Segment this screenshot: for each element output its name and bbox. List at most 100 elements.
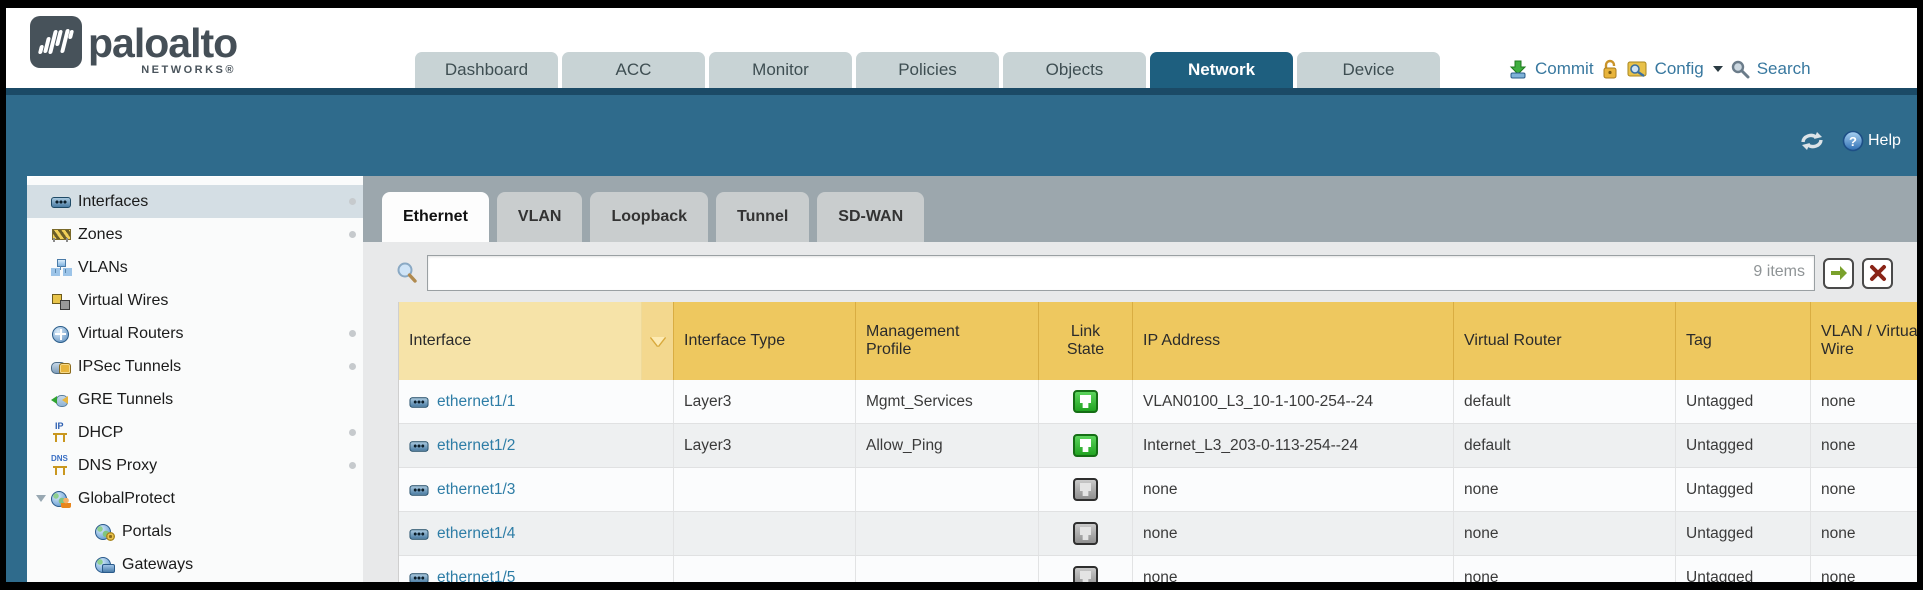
sidebar-item[interactable]: Virtual Routers [27, 317, 363, 350]
config-caret-icon[interactable] [1713, 66, 1723, 72]
toolbar-band [6, 95, 1917, 176]
column-header-interface[interactable]: Interface [399, 302, 642, 380]
sidebar-item[interactable]: GRE Tunnels [27, 383, 363, 416]
link-state-icon [1073, 390, 1098, 413]
zones-icon [51, 226, 71, 244]
sidebar-item-label: GlobalProtect [78, 490, 175, 508]
viewport: paloalto NETWORKS® Dashboard ACC Monitor… [6, 8, 1917, 582]
vlan-wire-cell: none [1811, 556, 1917, 582]
config-button[interactable]: Config [1655, 59, 1704, 79]
search-button[interactable]: Search [1757, 59, 1811, 79]
table-row[interactable]: ethernet1/5 none none Untagged none [399, 556, 1917, 582]
column-header-vlan-virtual-wire[interactable]: VLAN / Virtual Wire [1811, 302, 1917, 380]
apply-filter-button[interactable] [1823, 258, 1854, 289]
lock-icon[interactable] [1601, 59, 1619, 80]
content-tab[interactable]: Loopback [590, 192, 708, 242]
sidebar-item-label: GRE Tunnels [78, 391, 173, 409]
column-header-interface-type[interactable]: Interface Type [674, 302, 856, 380]
filter-magnifier-icon [396, 261, 419, 285]
search-icon[interactable] [1730, 59, 1750, 79]
content-tab-label: Ethernet [403, 208, 468, 226]
column-header-ip-address[interactable]: IP Address [1133, 302, 1454, 380]
gateways-icon [95, 556, 115, 574]
main-nav-tab[interactable]: Policies [856, 52, 999, 88]
table-row[interactable]: ethernet1/2 Layer3 Allow_Ping Internet_L… [399, 424, 1917, 468]
ip-address-cell: Internet_L3_203-0-113-254--24 [1133, 424, 1454, 467]
refresh-icon[interactable] [1798, 130, 1826, 152]
portals-icon [95, 523, 115, 541]
sidebar-item[interactable]: Portals [27, 515, 363, 548]
sidebar-item[interactable]: GlobalProtect [27, 482, 363, 515]
help-button[interactable]: Help [1868, 132, 1901, 150]
items-count: 9 items [1753, 263, 1805, 281]
table-row[interactable]: ethernet1/3 none none Untagged none [399, 468, 1917, 512]
tab-label: Policies [898, 60, 957, 80]
interface-type-cell [674, 512, 856, 555]
sidebar-item[interactable]: VLANs [27, 251, 363, 284]
main-nav-tab[interactable]: Monitor [709, 52, 852, 88]
sidebar-item[interactable]: DHCP [27, 416, 363, 449]
sidebar-item-label: DNS Proxy [78, 457, 157, 475]
tab-label: Objects [1046, 60, 1104, 80]
interface-icon [410, 437, 429, 454]
main-nav-tab[interactable]: ACC [562, 52, 705, 88]
table-body: ethernet1/1 Layer3 Mgmt_Services VLAN010… [399, 380, 1917, 582]
sort-triangle-icon[interactable] [651, 337, 665, 346]
vlan-wire-cell: none [1811, 512, 1917, 555]
sidebar-item[interactable]: IPSec Tunnels [27, 350, 363, 383]
expander-triangle-icon[interactable] [36, 495, 46, 502]
link-state-cell [1039, 380, 1133, 423]
interface-type-cell [674, 468, 856, 511]
virtual-wires-icon [51, 292, 71, 310]
sidebar-item[interactable] [27, 581, 363, 582]
commit-button[interactable]: Commit [1535, 59, 1594, 79]
sidebar-item[interactable]: Gateways [27, 548, 363, 581]
virtual-router-cell: default [1454, 380, 1676, 423]
sidebar-item[interactable]: Zones [27, 218, 363, 251]
help-icon[interactable]: ? [1842, 130, 1864, 152]
filter-input[interactable] [427, 255, 1815, 291]
main-nav-tab[interactable]: Dashboard [415, 52, 558, 88]
interface-link[interactable]: ethernet1/3 [437, 481, 515, 499]
main-nav-tab[interactable]: Device [1297, 52, 1440, 88]
virtual-router-cell: none [1454, 468, 1676, 511]
table-row[interactable]: ethernet1/1 Layer3 Mgmt_Services VLAN010… [399, 380, 1917, 424]
content-tab[interactable]: Ethernet [382, 192, 489, 242]
sidebar-item-label: Virtual Wires [78, 292, 168, 310]
content-tab[interactable]: Tunnel [716, 192, 809, 242]
interface-link[interactable]: ethernet1/2 [437, 437, 515, 455]
interface-link[interactable]: ethernet1/1 [437, 393, 515, 411]
management-profile-cell: Allow_Ping [856, 424, 1039, 467]
tab-label: Monitor [752, 60, 809, 80]
virtual-router-cell: none [1454, 556, 1676, 582]
dns-proxy-icon [51, 457, 71, 475]
sidebar-item[interactable]: Virtual Wires [27, 284, 363, 317]
sidebar-item[interactable]: Interfaces [27, 185, 363, 218]
secondary-toolbar: ? Help [1798, 130, 1901, 152]
brand-name: paloalto [88, 20, 237, 67]
interface-link[interactable]: ethernet1/5 [437, 569, 515, 583]
link-state-cell [1039, 468, 1133, 511]
ip-address-cell: none [1133, 468, 1454, 511]
header-divider [6, 88, 1917, 95]
vlan-wire-cell: none [1811, 380, 1917, 423]
column-header-management-profile[interactable]: Management Profile [856, 302, 1039, 380]
management-profile-cell [856, 468, 1039, 511]
globalprotect-icon [51, 490, 71, 508]
content-tab[interactable]: VLAN [497, 192, 583, 242]
tab-label: Device [1343, 60, 1395, 80]
table-row[interactable]: ethernet1/4 none none Untagged none [399, 512, 1917, 556]
main-nav-tab[interactable]: Network [1150, 52, 1293, 88]
commit-icon[interactable] [1508, 59, 1528, 79]
main-nav-tab[interactable]: Objects [1003, 52, 1146, 88]
interfaces-table: Interface Interface Type Management Prof… [398, 302, 1917, 582]
config-icon[interactable] [1626, 59, 1648, 79]
column-header-link-state[interactable]: Link State [1039, 302, 1133, 380]
clear-filter-button[interactable] [1862, 258, 1893, 289]
sidebar-item[interactable]: DNS Proxy [27, 449, 363, 482]
column-header-virtual-router[interactable]: Virtual Router [1454, 302, 1676, 380]
column-header-tag[interactable]: Tag [1676, 302, 1811, 380]
content-tab[interactable]: SD-WAN [817, 192, 924, 242]
interface-link[interactable]: ethernet1/4 [437, 525, 515, 543]
brand-subtitle: NETWORKS® [110, 64, 236, 76]
